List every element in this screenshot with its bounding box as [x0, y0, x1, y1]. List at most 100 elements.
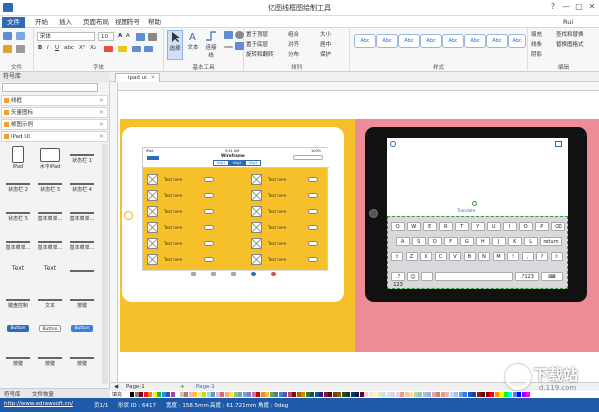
color-swatch[interactable]	[440, 392, 445, 397]
copy-icon[interactable]	[16, 32, 25, 40]
style-box-3[interactable]: Abc	[398, 34, 420, 48]
color-swatch[interactable]	[346, 392, 350, 397]
color-swatch[interactable]	[193, 392, 197, 397]
shape-item[interactable]: 基本菜单...	[3, 233, 33, 251]
color-swatch[interactable]	[400, 392, 404, 397]
keyboard-key[interactable]	[421, 272, 433, 281]
shape-item[interactable]: 状态栏 1	[67, 146, 97, 164]
color-swatch[interactable]	[157, 392, 161, 397]
keyboard-key[interactable]: D	[428, 237, 442, 246]
shape-item[interactable]: 水平iPad	[35, 146, 65, 170]
symbol-search-input[interactable]	[2, 83, 98, 92]
color-swatch[interactable]	[278, 392, 283, 397]
keyboard-key[interactable]: ⌨	[541, 272, 563, 281]
user-name[interactable]: Rui	[558, 17, 578, 28]
close-icon[interactable]: ✕	[99, 96, 104, 106]
shape-item[interactable]: 按键	[3, 349, 33, 367]
rotate-flip-button[interactable]: 旋转和翻转	[246, 50, 274, 58]
color-swatch[interactable]	[445, 392, 449, 397]
fill-button[interactable]: 填充	[531, 30, 542, 38]
style-box-8[interactable]: Abc	[508, 34, 526, 48]
color-swatch[interactable]	[265, 392, 269, 397]
style-box-6[interactable]: Abc	[464, 34, 486, 48]
keyboard-key[interactable]: ⇧	[391, 252, 403, 261]
settings-icon[interactable]	[390, 141, 396, 147]
segment-1[interactable]: Seg1	[213, 160, 229, 166]
toggle-switch[interactable]	[204, 225, 214, 230]
keyboard-key[interactable]: S	[412, 237, 426, 246]
category-wireframe[interactable]: 线框 ✕	[1, 95, 108, 106]
help-icon[interactable]: ?	[548, 2, 558, 12]
color-swatch[interactable]	[148, 392, 152, 397]
color-swatch[interactable]	[220, 392, 224, 397]
color-swatch[interactable]	[404, 392, 409, 397]
rectangle-icon[interactable]	[224, 31, 233, 39]
paste-icon[interactable]	[3, 45, 12, 53]
tab-icon-2[interactable]	[211, 272, 216, 276]
shape-item[interactable]: 基本菜单...	[35, 233, 65, 251]
color-swatch[interactable]	[152, 392, 157, 397]
text-tool-button[interactable]: A 文本	[185, 30, 201, 51]
shape-item[interactable]: 状态栏 2	[3, 175, 33, 193]
color-swatch[interactable]	[359, 392, 364, 397]
tab-file[interactable]: 文件	[2, 17, 25, 28]
color-swatch[interactable]	[436, 392, 440, 397]
close-icon[interactable]: ✕	[99, 108, 104, 118]
keyboard-key[interactable]: E	[423, 222, 437, 231]
category-frame-examples[interactable]: 帧图示例 ✕	[1, 119, 108, 130]
color-swatch[interactable]	[458, 392, 463, 397]
color-swatch[interactable]	[260, 392, 265, 397]
keyboard-key[interactable]: ☺	[407, 272, 419, 281]
keyboard-key[interactable]: Y	[471, 222, 485, 231]
font-color-icon[interactable]	[104, 46, 113, 52]
bring-to-front-button[interactable]: 置于顶层	[246, 30, 268, 38]
color-swatch[interactable]	[449, 392, 454, 397]
toggle-switch[interactable]	[308, 177, 318, 182]
font-name-select[interactable]: 宋体	[37, 32, 95, 41]
color-swatch[interactable]	[409, 392, 413, 397]
color-swatch[interactable]	[224, 392, 229, 397]
toggle-switch[interactable]	[204, 177, 214, 182]
keyboard-key[interactable]: ⌫	[551, 222, 565, 231]
style-box-7[interactable]: Abc	[486, 34, 508, 48]
shape-item[interactable]: 状态栏 5	[3, 204, 33, 222]
connector-tool-button[interactable]: 连接线	[203, 30, 219, 59]
color-swatch[interactable]	[166, 392, 170, 397]
shape-item[interactable]: 状态栏 3	[35, 175, 65, 193]
maximize-button[interactable]: □	[574, 2, 584, 12]
keyboard-key[interactable]: T	[455, 222, 469, 231]
color-swatch[interactable]	[337, 392, 341, 397]
color-swatch[interactable]	[215, 392, 220, 397]
style-box-5[interactable]: Abc	[442, 34, 464, 48]
tab-file-recovery[interactable]: 文件恢复	[32, 390, 54, 398]
cut-icon[interactable]	[3, 32, 12, 40]
center-button[interactable]: 居中	[320, 40, 331, 48]
shape-item[interactable]: iPad	[3, 146, 33, 170]
color-swatch[interactable]	[206, 392, 211, 397]
keyboard-key[interactable]: B	[463, 252, 476, 261]
superscript-icon[interactable]: X²	[79, 45, 85, 51]
shape-item[interactable]: Text	[3, 262, 33, 275]
color-swatch[interactable]	[485, 392, 490, 397]
keyboard-key[interactable]: .?123	[391, 272, 405, 288]
shape-item[interactable]: Button	[3, 320, 33, 332]
toggle-switch[interactable]	[308, 257, 318, 262]
subscript-icon[interactable]: X₂	[90, 45, 96, 51]
color-swatch[interactable]	[256, 392, 260, 397]
keyboard-key[interactable]: C	[434, 252, 447, 261]
bold-icon[interactable]: B	[38, 45, 42, 51]
color-swatch[interactable]	[130, 392, 134, 397]
color-swatch[interactable]	[391, 392, 395, 397]
toggle-switch[interactable]	[204, 241, 214, 246]
color-swatch[interactable]	[296, 392, 301, 397]
tab-insert[interactable]: 插入	[54, 17, 77, 28]
color-swatch[interactable]	[332, 392, 337, 397]
color-swatch[interactable]	[134, 392, 139, 397]
color-swatch[interactable]	[368, 392, 373, 397]
align-button[interactable]: 对齐	[288, 40, 299, 48]
category-ipad-ui[interactable]: iPad UI ✕	[1, 131, 108, 142]
tab-icon-5[interactable]	[271, 272, 276, 276]
color-swatch[interactable]	[283, 392, 287, 397]
color-swatch[interactable]	[350, 392, 355, 397]
keyboard-key[interactable]: P	[535, 222, 549, 231]
